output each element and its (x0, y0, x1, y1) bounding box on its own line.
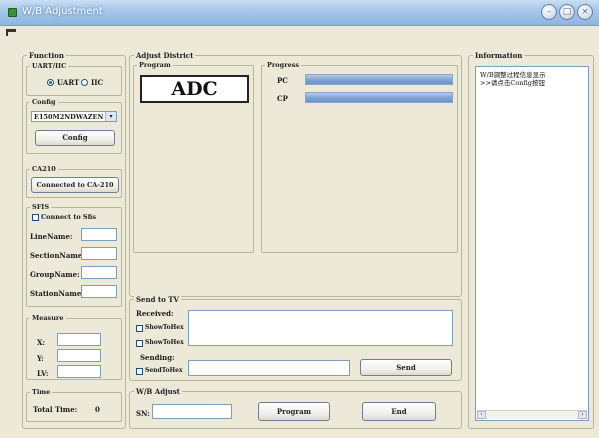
config-legend: Config (30, 98, 58, 106)
section-name-input[interactable] (81, 247, 117, 260)
uart-label: UART (57, 78, 80, 87)
connect-ca210-button[interactable]: Connected to CA-210 (31, 177, 119, 193)
x-label: X: (37, 338, 46, 347)
show-to-hex-label: ShowToHex (145, 324, 184, 331)
connect-sfis-label: Connect to Sfis (41, 213, 96, 221)
send-to-hex-checkbox[interactable] (136, 368, 143, 375)
y-label: Y: (37, 354, 44, 363)
pc-progress-fill (306, 75, 452, 84)
sending-label: Sending: (140, 353, 175, 362)
sn-input[interactable] (152, 404, 232, 419)
pc-progress-bar (305, 74, 453, 85)
station-name-label: StationName: (30, 289, 84, 298)
information-group: Information W/B調整过程信息显示 >>请点击Config按钮 ‹ … (468, 51, 594, 429)
connect-sfis-checkbox[interactable] (32, 214, 39, 221)
total-time-value: 0 (95, 405, 100, 414)
sfis-group: SFIS Connect to Sfis LineName: SectionNa… (26, 203, 122, 307)
information-legend: Information (473, 51, 525, 60)
wb-adjust-group: W/B Adjust SN: Program End (129, 387, 462, 429)
info-line: >>请点击Config按钮 (480, 79, 545, 87)
station-name-input[interactable] (81, 285, 117, 298)
send-button[interactable]: Send (360, 359, 452, 376)
scroll-left-icon[interactable]: ‹ (477, 411, 486, 419)
section-name-label: SectionName: (30, 251, 85, 260)
program-display: ADC (140, 75, 249, 103)
group-name-label: GroupName: (30, 270, 80, 279)
function-legend: Function (27, 51, 66, 60)
cp-progress-fill (306, 93, 452, 102)
ca210-legend: CA210 (30, 165, 58, 173)
sending-input[interactable] (188, 360, 350, 376)
time-legend: Time (30, 388, 53, 396)
cp-label: CP (277, 94, 288, 103)
measure-group: Measure X: Y: LV: (26, 314, 122, 380)
app-icon (8, 8, 17, 17)
horizontal-scrollbar[interactable]: ‹ › (477, 410, 587, 419)
information-listbox[interactable]: W/B調整过程信息显示 >>请点击Config按钮 ‹ › (475, 66, 589, 421)
x-value-field (57, 333, 101, 346)
main-window: W/B Adjustment – □ × Function UART/IIC U… (0, 0, 599, 438)
pc-label: PC (277, 76, 288, 85)
show-to-hex-checkbox[interactable] (136, 325, 143, 332)
toolbar (0, 26, 599, 40)
time-group: Time Total Time: 0 (26, 388, 122, 422)
config-combo-value: E150M2NDWAZEN (34, 113, 104, 121)
adjust-district-legend: Adjust District (134, 51, 196, 60)
restore-button[interactable]: □ (559, 4, 575, 20)
lv-value-field (57, 365, 101, 378)
show-to-hex-2-checkbox[interactable] (136, 340, 143, 347)
minimize-button[interactable]: – (541, 4, 557, 20)
received-label: Received: (136, 309, 174, 318)
show-to-hex-2-label: ShowToHex (145, 339, 184, 346)
iic-label: IIC (91, 78, 104, 87)
progress-group: Progress PC CP (261, 61, 458, 253)
uart-iic-legend: UART/IIC (30, 62, 69, 70)
send-to-tv-group: Send to TV Received: ShowToHex ShowToHex… (129, 295, 462, 381)
adjust-district-group: Adjust District Program ADC Progress PC … (129, 51, 462, 297)
program-button[interactable]: Program (258, 402, 330, 421)
line-name-label: LineName: (30, 232, 73, 241)
function-group: Function UART/IIC UART IIC Config E150M2… (22, 51, 126, 429)
sfis-legend: SFIS (30, 203, 52, 211)
measure-legend: Measure (30, 314, 66, 322)
program-group: Program ADC (133, 61, 254, 253)
chevron-down-icon[interactable]: ▾ (105, 112, 116, 121)
ca210-group: CA210 Connected to CA-210 (26, 165, 122, 198)
title-bar[interactable]: W/B Adjustment – □ × (0, 0, 599, 26)
uart-radio[interactable] (47, 79, 54, 86)
pin-icon[interactable] (6, 29, 16, 36)
received-textarea[interactable] (188, 310, 453, 346)
cp-progress-bar (305, 92, 453, 103)
scroll-right-icon[interactable]: › (578, 411, 587, 419)
total-time-label: Total Time: (33, 405, 78, 414)
lv-label: LV: (37, 369, 49, 378)
config-button[interactable]: Config (35, 130, 115, 146)
iic-radio[interactable] (81, 79, 88, 86)
send-to-tv-legend: Send to TV (134, 295, 181, 304)
config-group: Config E150M2NDWAZEN ▾ Config (26, 98, 122, 154)
line-name-input[interactable] (81, 228, 117, 241)
wb-adjust-legend: W/B Adjust (134, 387, 182, 396)
end-button[interactable]: End (362, 402, 436, 421)
y-value-field (57, 349, 101, 362)
close-button[interactable]: × (577, 4, 593, 20)
send-to-hex-label: SendToHex (145, 367, 183, 374)
uart-iic-group: UART/IIC UART IIC (26, 62, 122, 96)
config-combo[interactable]: E150M2NDWAZEN ▾ (31, 111, 117, 122)
group-name-input[interactable] (81, 266, 117, 279)
window-title: W/B Adjustment (22, 6, 103, 17)
program-legend: Program (137, 61, 173, 69)
progress-legend: Progress (265, 61, 302, 69)
sn-label: SN: (136, 409, 150, 418)
